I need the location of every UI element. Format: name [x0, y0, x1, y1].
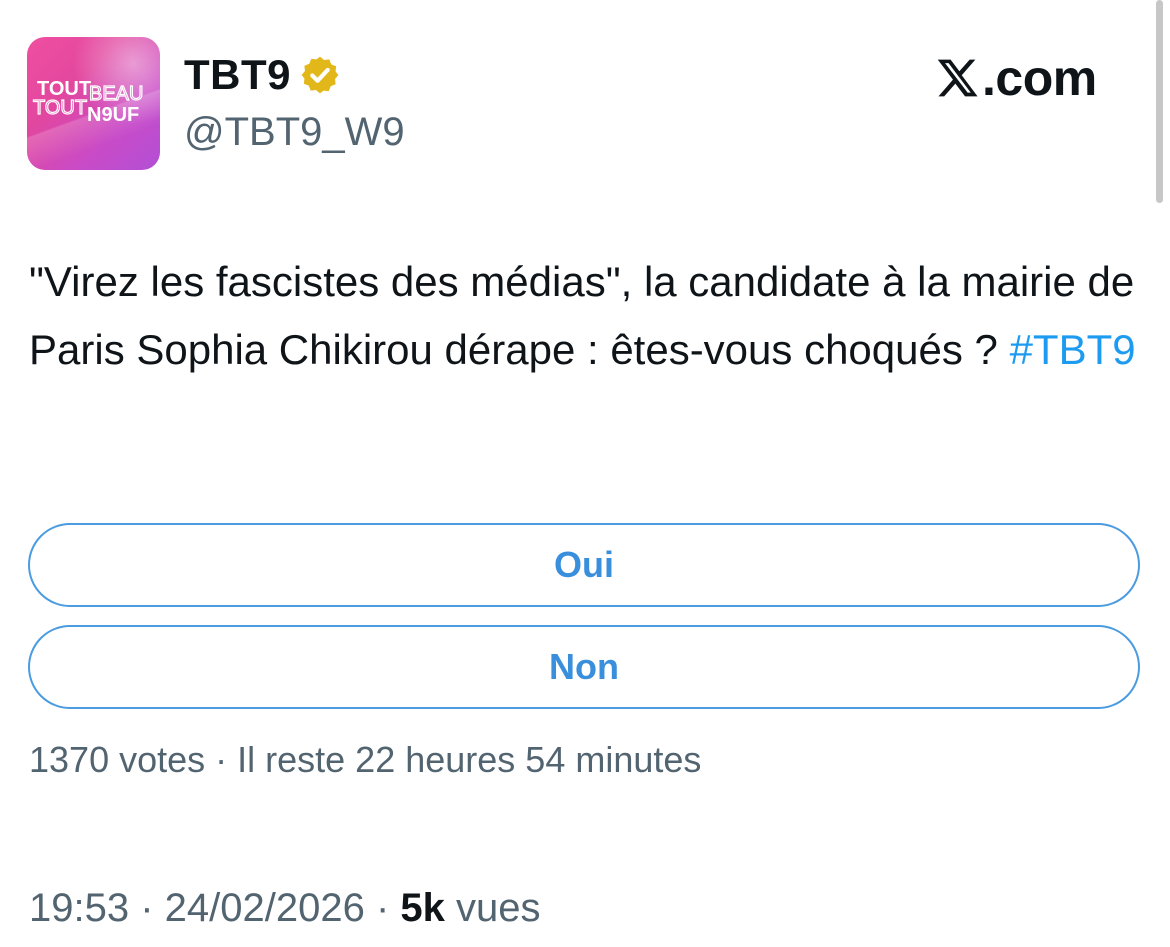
tout-beau-tout-neuf-logo: TOUT BEAU TOUT N9UF	[32, 78, 144, 126]
separator: ·	[364, 886, 401, 930]
hashtag-link[interactable]: #TBT9	[1010, 326, 1136, 373]
poll-option-label: Non	[549, 646, 619, 687]
svg-text:N9UF: N9UF	[87, 104, 139, 126]
views-label: vues	[456, 886, 541, 930]
author-handle[interactable]: @TBT9_W9	[184, 108, 405, 156]
tweet-date[interactable]: 24/02/2026	[165, 886, 365, 930]
poll-votes: 1370 votes	[29, 739, 206, 780]
tweet-time[interactable]: 19:53	[29, 886, 129, 930]
views-count: 5k	[400, 886, 445, 930]
poll-meta: 1370 votes · Il reste 22 heures 54 minut…	[29, 738, 701, 782]
scrollbar[interactable]	[1156, 0, 1163, 203]
x-logo-icon	[937, 59, 978, 97]
poll-option-oui[interactable]: Oui	[28, 523, 1140, 607]
author-name[interactable]: TBT9	[184, 50, 291, 100]
separator: ·	[205, 739, 238, 780]
x-com-brand: .com	[934, 50, 1097, 106]
brand-domain: .com	[982, 50, 1097, 106]
avatar[interactable]: TOUT BEAU TOUT N9UF	[27, 37, 160, 170]
poll-time-remaining: Il reste 22 heures 54 minutes	[237, 739, 702, 780]
svg-text:BEAU: BEAU	[89, 83, 143, 105]
verified-badge-icon[interactable]	[299, 54, 341, 96]
tweet-body: "Virez les fascistes des médias", la can…	[29, 258, 1135, 373]
poll-option-non[interactable]: Non	[28, 625, 1140, 709]
separator: ·	[129, 886, 165, 930]
author-name-row[interactable]: TBT9	[184, 50, 341, 100]
svg-text:TOUT: TOUT	[33, 97, 87, 119]
tweet-text: "Virez les fascistes des médias", la can…	[29, 248, 1149, 384]
poll-option-label: Oui	[554, 544, 614, 585]
tweet-timestamp-line: 19:53 · 24/02/2026 · 5k vues	[29, 884, 541, 932]
